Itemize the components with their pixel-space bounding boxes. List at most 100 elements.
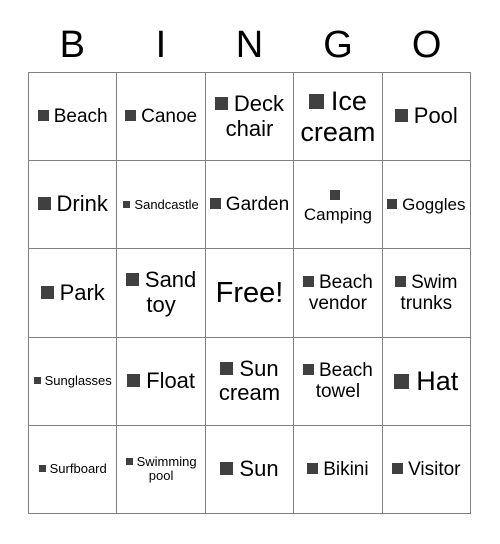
- bingo-cell-label: Sand toy: [144, 267, 197, 317]
- square-bullet-icon: [307, 462, 319, 474]
- bingo-cell-label: Sandcastle: [134, 196, 199, 212]
- bingo-cell-r1c5[interactable]: Pool: [382, 73, 471, 162]
- bingo-cell-content: Beach: [37, 105, 108, 127]
- square-bullet-icon: [37, 197, 51, 211]
- bingo-cell-content: Hat: [394, 366, 458, 396]
- bingo-cell-label: Sun: [239, 456, 279, 482]
- bingo-cell-content: Pool: [394, 103, 458, 129]
- bingo-cell-content: Surfboard: [38, 461, 107, 477]
- bingo-cell-label: Swimming pool: [136, 453, 197, 484]
- square-bullet-icon: [37, 109, 49, 121]
- bingo-cell-content: Swim trunks: [387, 272, 466, 315]
- bingo-cell-r1c3[interactable]: Deck chair: [205, 73, 295, 162]
- bingo-cell-r1c1[interactable]: Beach: [29, 73, 118, 162]
- bingo-cell-r5c2[interactable]: Swimming pool: [117, 425, 206, 514]
- bingo-cell-content: Beach vendor: [298, 272, 377, 315]
- square-bullet-icon: [214, 96, 228, 110]
- square-bullet-icon: [125, 109, 137, 121]
- bingo-cell-r5c3[interactable]: Sun: [205, 425, 295, 514]
- square-bullet-icon: [123, 200, 131, 208]
- square-bullet-icon: [125, 457, 133, 465]
- bingo-card: B I N G O Beach Canoe Deck chair Ice cream Pool D…: [0, 0, 500, 544]
- bingo-cell-r4c1[interactable]: Sunglasses: [29, 337, 118, 426]
- bingo-cell-label: Surfboard: [49, 461, 107, 477]
- bingo-cell-label: Sunglasses: [44, 372, 112, 388]
- square-bullet-icon: [33, 376, 41, 384]
- square-bullet-icon: [127, 373, 141, 387]
- bingo-cell-r2c2[interactable]: Sandcastle: [117, 161, 206, 250]
- bingo-cell-label: Goggles: [402, 195, 466, 215]
- bingo-cell-label: Bikini: [323, 458, 369, 480]
- bingo-cell-free[interactable]: Free!: [205, 249, 295, 338]
- bingo-header-letter-o: O: [411, 24, 442, 66]
- bingo-cell-r2c5[interactable]: Goggles: [382, 161, 471, 250]
- bingo-cell-label: Deck chair: [225, 90, 285, 141]
- square-bullet-icon: [209, 198, 221, 210]
- bingo-cell-r1c2[interactable]: Canoe: [117, 73, 206, 162]
- bingo-cell-content: Sand toy: [121, 268, 200, 317]
- bingo-header-letter-b: B: [59, 24, 85, 66]
- square-bullet-icon: [302, 275, 314, 287]
- bingo-cell-r4c3[interactable]: Sun cream: [205, 337, 295, 426]
- bingo-cell-label: Free!: [215, 276, 284, 309]
- square-bullet-icon: [40, 285, 54, 299]
- bingo-cell-content: Sandcastle: [123, 196, 199, 213]
- bingo-header-row: BINGO: [28, 18, 471, 72]
- square-bullet-icon: [38, 465, 46, 473]
- bingo-cell-label: Hat: [416, 366, 459, 397]
- bingo-cell-r3c2[interactable]: Sand toy: [117, 249, 206, 338]
- bingo-cell-content: Float: [127, 367, 196, 394]
- bingo-header-letter-n: N: [235, 24, 264, 66]
- bingo-cell-content: Sun cream: [210, 356, 289, 406]
- bingo-cell-label: Beach: [53, 105, 108, 127]
- bingo-cell-r4c5[interactable]: Hat: [382, 337, 471, 426]
- bingo-cell-r5c5[interactable]: Visitor: [382, 425, 471, 514]
- square-bullet-icon: [394, 374, 410, 390]
- bingo-cell-label: Visitor: [408, 458, 461, 480]
- bingo-cell-r4c4[interactable]: Beach towel: [294, 337, 383, 426]
- square-bullet-icon: [302, 363, 314, 375]
- bingo-cell-content: Canoe: [125, 106, 197, 127]
- bingo-cell-label: Canoe: [141, 105, 198, 127]
- square-bullet-icon: [392, 462, 404, 474]
- bingo-cell-content: Park: [40, 279, 105, 306]
- bingo-cell-content: Deck chair: [210, 90, 289, 141]
- bingo-cell-content: Ice cream: [298, 86, 377, 146]
- bingo-cell-content: Beach towel: [298, 360, 377, 403]
- bingo-cell-label: Float: [146, 367, 196, 393]
- bingo-cell-content: Free!: [216, 277, 284, 309]
- bingo-cell-content: Garden: [209, 194, 290, 216]
- bingo-cell-content: Swimming pool: [121, 453, 200, 484]
- square-bullet-icon: [220, 462, 234, 476]
- bingo-cell-label: Swim trunks: [400, 271, 458, 314]
- bingo-cell-content: Drink: [37, 191, 108, 217]
- square-bullet-icon: [220, 361, 234, 375]
- bingo-cell-label: Drink: [56, 191, 108, 217]
- bingo-cell-content: Goggles: [387, 195, 465, 214]
- bingo-cell-r1c4[interactable]: Ice cream: [294, 73, 383, 162]
- square-bullet-icon: [330, 189, 341, 200]
- bingo-cell-r3c1[interactable]: Park: [29, 249, 118, 338]
- bingo-cell-r4c2[interactable]: Float: [117, 337, 206, 426]
- bingo-cell-r2c3[interactable]: Garden: [205, 161, 295, 250]
- square-bullet-icon: [308, 94, 324, 110]
- bingo-cell-r2c1[interactable]: Drink: [29, 161, 118, 250]
- bingo-cell-r3c4[interactable]: Beach vendor: [294, 249, 383, 338]
- bingo-header-letter-g: G: [323, 24, 353, 66]
- bingo-cell-r3c5[interactable]: Swim trunks: [382, 249, 471, 338]
- bingo-cell-r5c1[interactable]: Surfboard: [29, 425, 118, 514]
- bingo-cell-label: Beach vendor: [308, 271, 373, 314]
- bingo-cell-r5c4[interactable]: Bikini: [294, 425, 383, 514]
- square-bullet-icon: [394, 109, 408, 123]
- bingo-cell-content: Visitor: [392, 458, 461, 480]
- bingo-cell-label: Camping: [303, 204, 372, 224]
- bingo-cell-content: Camping: [298, 186, 377, 224]
- bingo-cell-r2c4[interactable]: Camping: [294, 161, 383, 250]
- bingo-cell-content: Sun: [220, 456, 279, 482]
- bingo-cell-label: Pool: [413, 103, 458, 129]
- bingo-grid: Beach Canoe Deck chair Ice cream Pool Drink Sa…: [28, 72, 471, 514]
- bingo-cell-label: Garden: [225, 194, 290, 216]
- bingo-cell-label: Park: [59, 279, 105, 305]
- bingo-header-letter-i: I: [155, 24, 167, 66]
- square-bullet-icon: [395, 275, 407, 287]
